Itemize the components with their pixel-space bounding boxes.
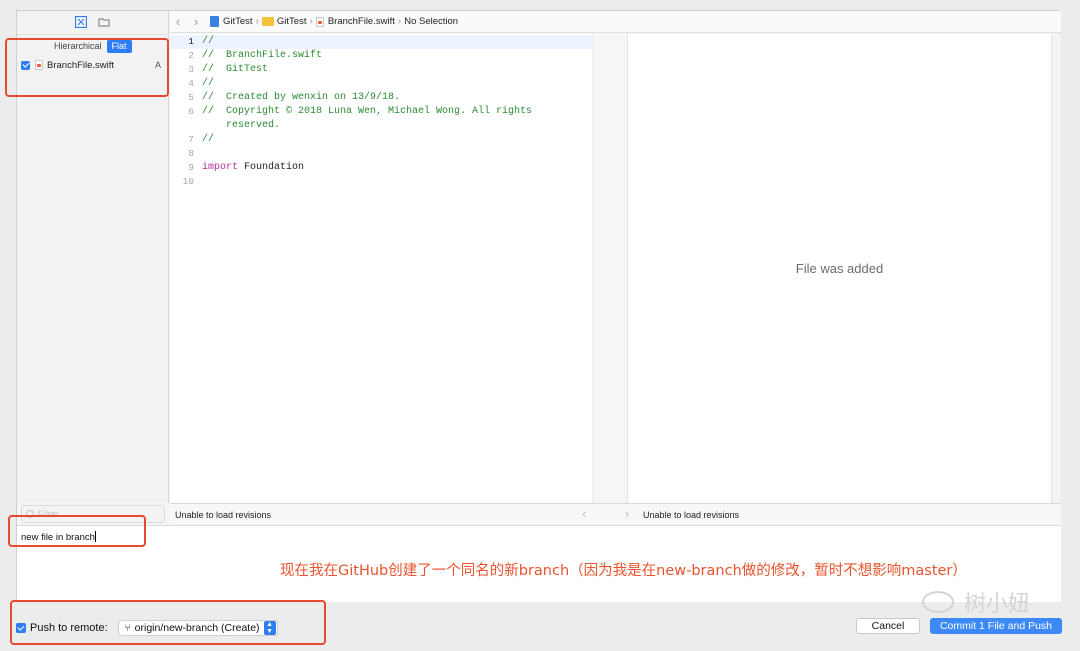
line-number: 4 [188, 78, 194, 89]
breadcrumb-separator-icon: › [309, 16, 313, 27]
revision-bar: Unable to load revisions ‹ › Unable to l… [170, 503, 1061, 525]
project-icon [210, 16, 219, 27]
breadcrumb-selection[interactable]: No Selection [404, 16, 458, 27]
comparison-scrollbar[interactable] [1051, 34, 1061, 503]
breadcrumb-separator-icon: › [397, 16, 402, 27]
line-number: 9 [188, 162, 194, 173]
code-line: // [202, 134, 215, 145]
comparison-pane: File was added [628, 34, 1051, 503]
comparison-divider [592, 34, 628, 503]
watermark: 树小妞 [922, 586, 1030, 618]
comparison-message: File was added [795, 261, 884, 276]
previous-revision-icon[interactable]: ‹ [582, 506, 586, 521]
breadcrumb-file[interactable]: BranchFile.swift [328, 16, 395, 27]
line-number: 1 [188, 36, 194, 47]
line-number-gutter: 1 2 3 4 5 6 7 8 9 10 [170, 35, 196, 189]
commit-message-area[interactable]: new file in branch 现在我在GitHub创建了一个同名的新br… [17, 525, 1061, 603]
forward-arrow-icon[interactable]: › [190, 14, 202, 29]
breadcrumb-group[interactable]: GitTest [277, 16, 307, 27]
changes-icon[interactable] [75, 16, 87, 28]
breadcrumb: GitTest › GitTest › BranchFile.swift › N… [210, 16, 458, 27]
line-number [170, 119, 196, 133]
annotation-note: 现在我在GitHub创建了一个同名的新branch（因为我是在new-branc… [280, 563, 967, 579]
code-line: reserved. [202, 120, 281, 131]
line-number: 7 [188, 134, 194, 145]
jump-bar: ‹ › GitTest › GitTest › BranchFile.swift… [170, 11, 1061, 33]
code-line: // Created by wenxin on 13/9/18. [202, 92, 401, 103]
highlight-box-message [8, 515, 146, 547]
folder-icon[interactable] [98, 16, 110, 28]
code-line: // [202, 78, 215, 89]
commit-and-push-button[interactable]: Commit 1 File and Push [930, 618, 1062, 634]
line-number: 2 [188, 50, 194, 61]
code-line: // BranchFile.swift [202, 50, 323, 61]
left-revision-label[interactable]: Unable to load revisions [175, 510, 271, 520]
breadcrumb-separator-icon: › [255, 16, 259, 27]
code-line: // Copyright © 2018 Luna Wen, Michael Wo… [202, 106, 533, 117]
code-line: import Foundation [202, 161, 532, 175]
swift-file-icon [315, 16, 324, 27]
keyword: import [202, 162, 239, 173]
line-number: 10 [182, 176, 194, 187]
highlight-box-push [10, 600, 326, 645]
wechat-icon [922, 591, 954, 613]
line-number: 8 [188, 148, 194, 159]
breadcrumb-project[interactable]: GitTest [223, 16, 253, 27]
source-editor[interactable]: 1 2 3 4 5 6 7 8 9 10 // // BranchFile.sw… [170, 34, 592, 503]
line-number: 6 [188, 106, 194, 117]
watermark-text: 树小妞 [964, 592, 1031, 617]
line-number: 5 [188, 92, 194, 103]
commit-sheet: Hierarchical Flat BranchFile.swift A Fil… [16, 10, 1061, 603]
code-text: // // BranchFile.swift // GitTest // // … [202, 35, 532, 189]
code-line: // GitTest [202, 64, 269, 75]
navigator-toolbar [17, 11, 169, 35]
cancel-button[interactable]: Cancel [856, 618, 920, 634]
highlight-box-file-list [5, 38, 169, 97]
group-folder-icon [261, 17, 274, 26]
right-revision-label[interactable]: Unable to load revisions [643, 510, 739, 520]
line-number: 3 [188, 64, 194, 75]
back-arrow-icon[interactable]: ‹ [172, 14, 184, 29]
code-line: // [202, 36, 215, 47]
next-revision-icon[interactable]: › [625, 506, 629, 521]
code-token: Foundation [238, 162, 305, 173]
